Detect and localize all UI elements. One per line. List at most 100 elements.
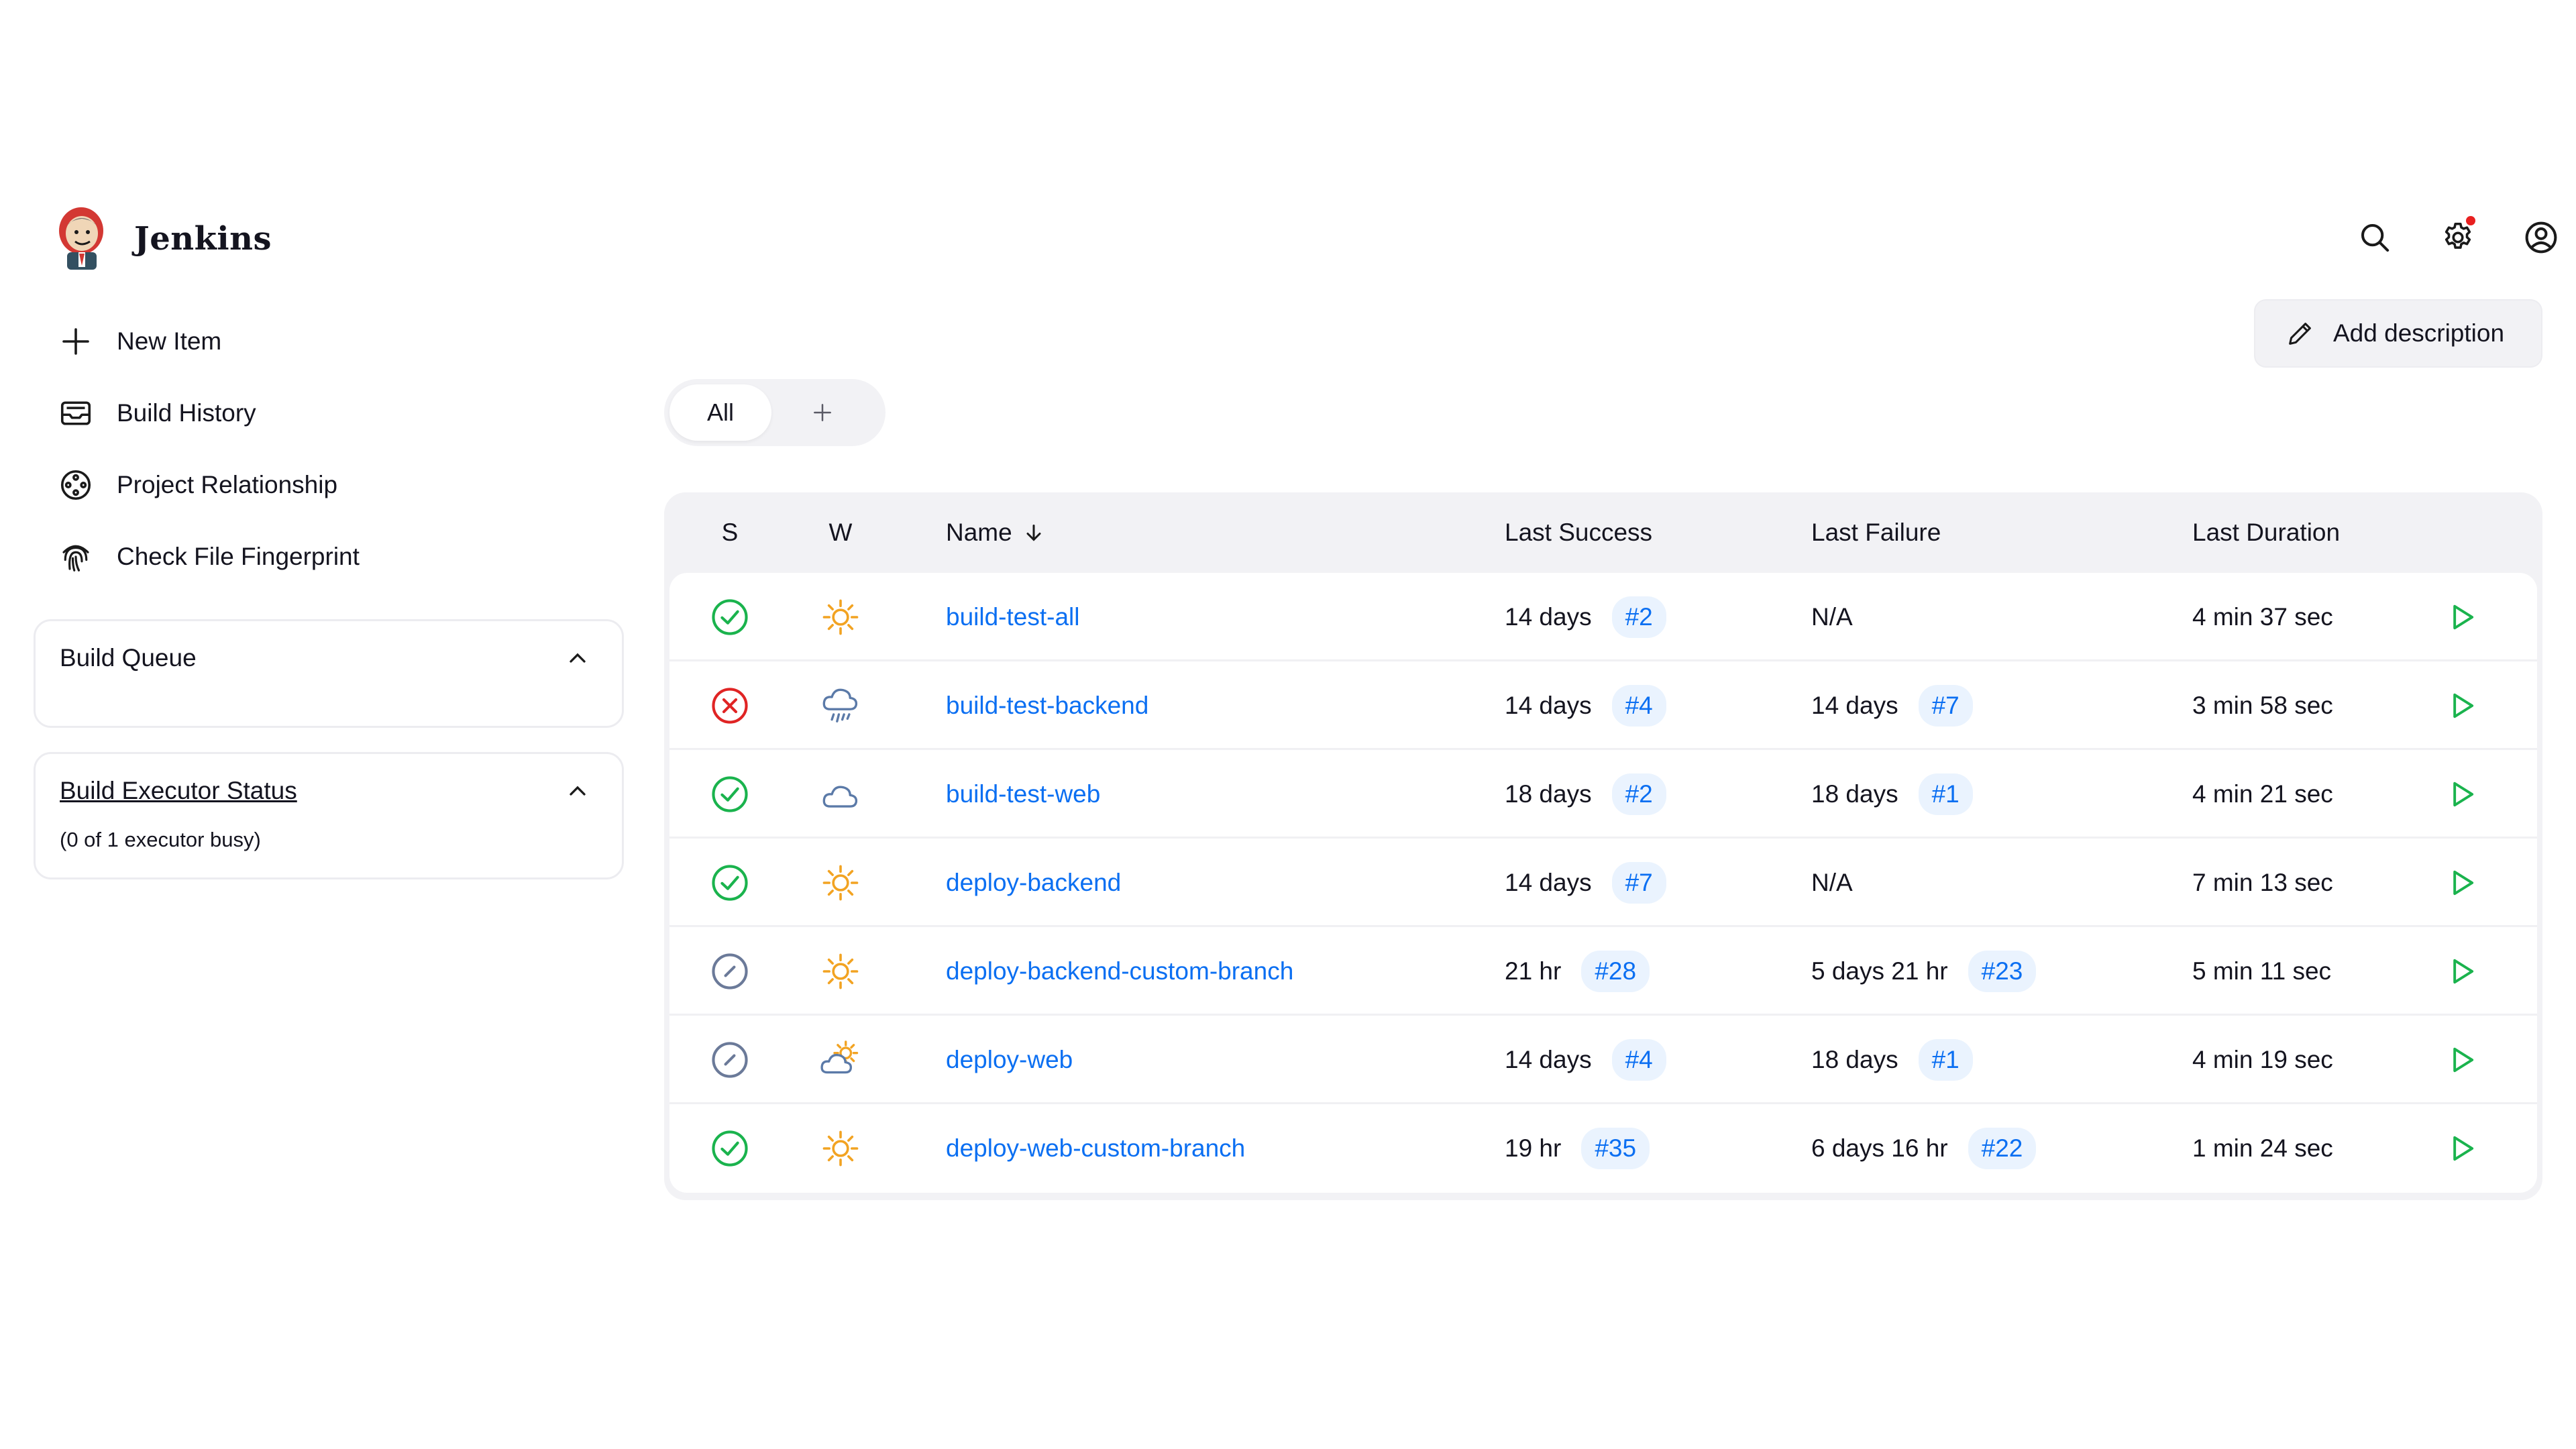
- play-icon: [2453, 604, 2474, 630]
- last-success-build-link[interactable]: #4: [1611, 1039, 1666, 1081]
- sunny-icon: [822, 1130, 859, 1167]
- new-view-button[interactable]: [771, 384, 873, 441]
- sunny-icon: [822, 953, 859, 989]
- last-failure-build-link[interactable]: #1: [1918, 1039, 1973, 1081]
- chevron-up-icon[interactable]: [564, 645, 591, 672]
- last-success-cell: 21 hr #28: [1505, 927, 1650, 1016]
- build-executor-status-link[interactable]: Build Executor Status: [60, 777, 297, 805]
- search-button[interactable]: [2348, 211, 2402, 264]
- sidebar-item-label: Check File Fingerprint: [117, 542, 360, 570]
- column-header-last-duration[interactable]: Last Duration: [2192, 519, 2340, 547]
- schedule-build-button[interactable]: [2428, 1016, 2496, 1104]
- last-failure-cell: 14 days #7: [1811, 661, 1973, 750]
- last-failure-build-link[interactable]: #1: [1918, 773, 1973, 815]
- job-link[interactable]: build-test-all: [946, 603, 1079, 631]
- last-failure-time: 18 days: [1811, 1046, 1898, 1073]
- schedule-build-button[interactable]: [2428, 927, 2496, 1016]
- table-header: S W Name Last Success Last Failure Last …: [669, 492, 2537, 573]
- last-failure-build-link[interactable]: #7: [1918, 685, 1973, 727]
- job-link[interactable]: deploy-web-custom-branch: [946, 1134, 1245, 1163]
- last-failure-cell: N/A: [1811, 839, 1853, 927]
- last-failure-cell: 18 days #1: [1811, 750, 1973, 839]
- plus-icon: [62, 327, 89, 355]
- sidebar-item-build-history[interactable]: Build History: [34, 377, 624, 449]
- last-duration-cell: 7 min 13 sec: [2192, 869, 2333, 896]
- jenkins-home-link[interactable]: Jenkins: [55, 205, 272, 272]
- add-description-button[interactable]: Add description: [2254, 299, 2542, 368]
- add-description-label: Add description: [2333, 319, 2505, 347]
- arrow-down-icon: [1026, 525, 1041, 541]
- column-header-name[interactable]: Name: [946, 519, 1046, 547]
- job-link[interactable]: deploy-backend-custom-branch: [946, 957, 1293, 985]
- job-link[interactable]: build-test-backend: [946, 692, 1148, 720]
- sidebar-item-label: New Item: [117, 327, 222, 355]
- plus-icon: [814, 404, 831, 421]
- last-failure-build-link[interactable]: #23: [1968, 951, 2037, 992]
- last-success-build-link[interactable]: #7: [1611, 862, 1666, 904]
- chevron-up-icon[interactable]: [564, 777, 591, 804]
- last-success-cell: 14 days #4: [1505, 661, 1666, 750]
- column-header-last-failure[interactable]: Last Failure: [1811, 519, 1941, 547]
- sidebar-item-new-item[interactable]: New Item: [34, 305, 624, 377]
- play-icon: [2453, 959, 2474, 984]
- table-row: build-test-all 14 days #2 N/A 4 min 37 s…: [669, 573, 2537, 661]
- job-link[interactable]: build-test-web: [946, 780, 1100, 808]
- last-success-time: 14 days: [1505, 692, 1592, 719]
- build-queue-pane: Build Queue: [34, 619, 624, 728]
- success-icon: [712, 776, 748, 812]
- schedule-build-button[interactable]: [2428, 750, 2496, 839]
- sidebar: New Item Build History Project Relations…: [34, 305, 624, 879]
- last-success-cell: 14 days #2: [1505, 573, 1666, 661]
- column-header-weather[interactable]: W: [790, 519, 891, 547]
- last-success-build-link[interactable]: #4: [1611, 685, 1666, 727]
- schedule-build-button[interactable]: [2428, 573, 2496, 661]
- status-cell: [669, 661, 790, 750]
- schedule-build-button[interactable]: [2428, 661, 2496, 750]
- last-success-build-link[interactable]: #2: [1611, 773, 1666, 815]
- job-link[interactable]: deploy-web: [946, 1046, 1073, 1074]
- weather-cell: [790, 927, 891, 1016]
- jenkins-logo: [59, 207, 103, 270]
- last-duration-cell: 1 min 24 sec: [2192, 1134, 2333, 1162]
- user-menu-button[interactable]: [2514, 211, 2568, 264]
- search-icon: [2361, 223, 2390, 252]
- last-failure-cell: 6 days 16 hr #22: [1811, 1104, 2037, 1193]
- aborted-icon: [712, 953, 748, 989]
- success-icon: [712, 599, 748, 635]
- last-failure-build-link[interactable]: #22: [1968, 1128, 2037, 1169]
- page-header: Jenkins: [0, 195, 2576, 282]
- sidebar-item-check-file-fingerprint[interactable]: Check File Fingerprint: [34, 521, 624, 592]
- last-success-build-link[interactable]: #2: [1611, 596, 1666, 638]
- column-header-name-label: Name: [946, 519, 1012, 546]
- column-header-status[interactable]: S: [669, 519, 790, 547]
- last-failure-time: 6 days 16 hr: [1811, 1134, 1948, 1162]
- status-cell: [669, 750, 790, 839]
- column-header-last-success[interactable]: Last Success: [1505, 519, 1652, 547]
- last-failure-time: N/A: [1811, 603, 1853, 631]
- executor-status-text: (0 of 1 executor busy): [60, 828, 261, 851]
- job-link[interactable]: deploy-backend: [946, 869, 1121, 897]
- notification-dot: [2466, 216, 2475, 225]
- last-success-time: 14 days: [1505, 603, 1592, 631]
- status-cell: [669, 927, 790, 1016]
- last-success-build-link[interactable]: #28: [1581, 951, 1650, 992]
- last-success-time: 21 hr: [1505, 957, 1562, 985]
- sidebar-item-project-relationship[interactable]: Project Relationship: [34, 449, 624, 521]
- failed-icon: [712, 688, 748, 724]
- last-duration-cell: 5 min 11 sec: [2192, 957, 2332, 985]
- last-success-build-link[interactable]: #35: [1581, 1128, 1650, 1169]
- tab-all[interactable]: All: [669, 384, 771, 441]
- last-success-time: 19 hr: [1505, 1134, 1562, 1162]
- view-tabs: All: [664, 379, 885, 446]
- status-cell: [669, 839, 790, 927]
- play-icon: [2453, 870, 2474, 896]
- manage-jenkins-button[interactable]: [2431, 211, 2485, 264]
- play-icon: [2453, 693, 2474, 718]
- schedule-build-button[interactable]: [2428, 839, 2496, 927]
- rain-icon: [822, 688, 858, 722]
- cloudy-icon: [822, 786, 858, 808]
- app-title: Jenkins: [134, 220, 272, 258]
- last-duration-cell: 4 min 21 sec: [2192, 780, 2333, 808]
- sidebar-item-label: Build History: [117, 398, 256, 427]
- schedule-build-button[interactable]: [2428, 1104, 2496, 1193]
